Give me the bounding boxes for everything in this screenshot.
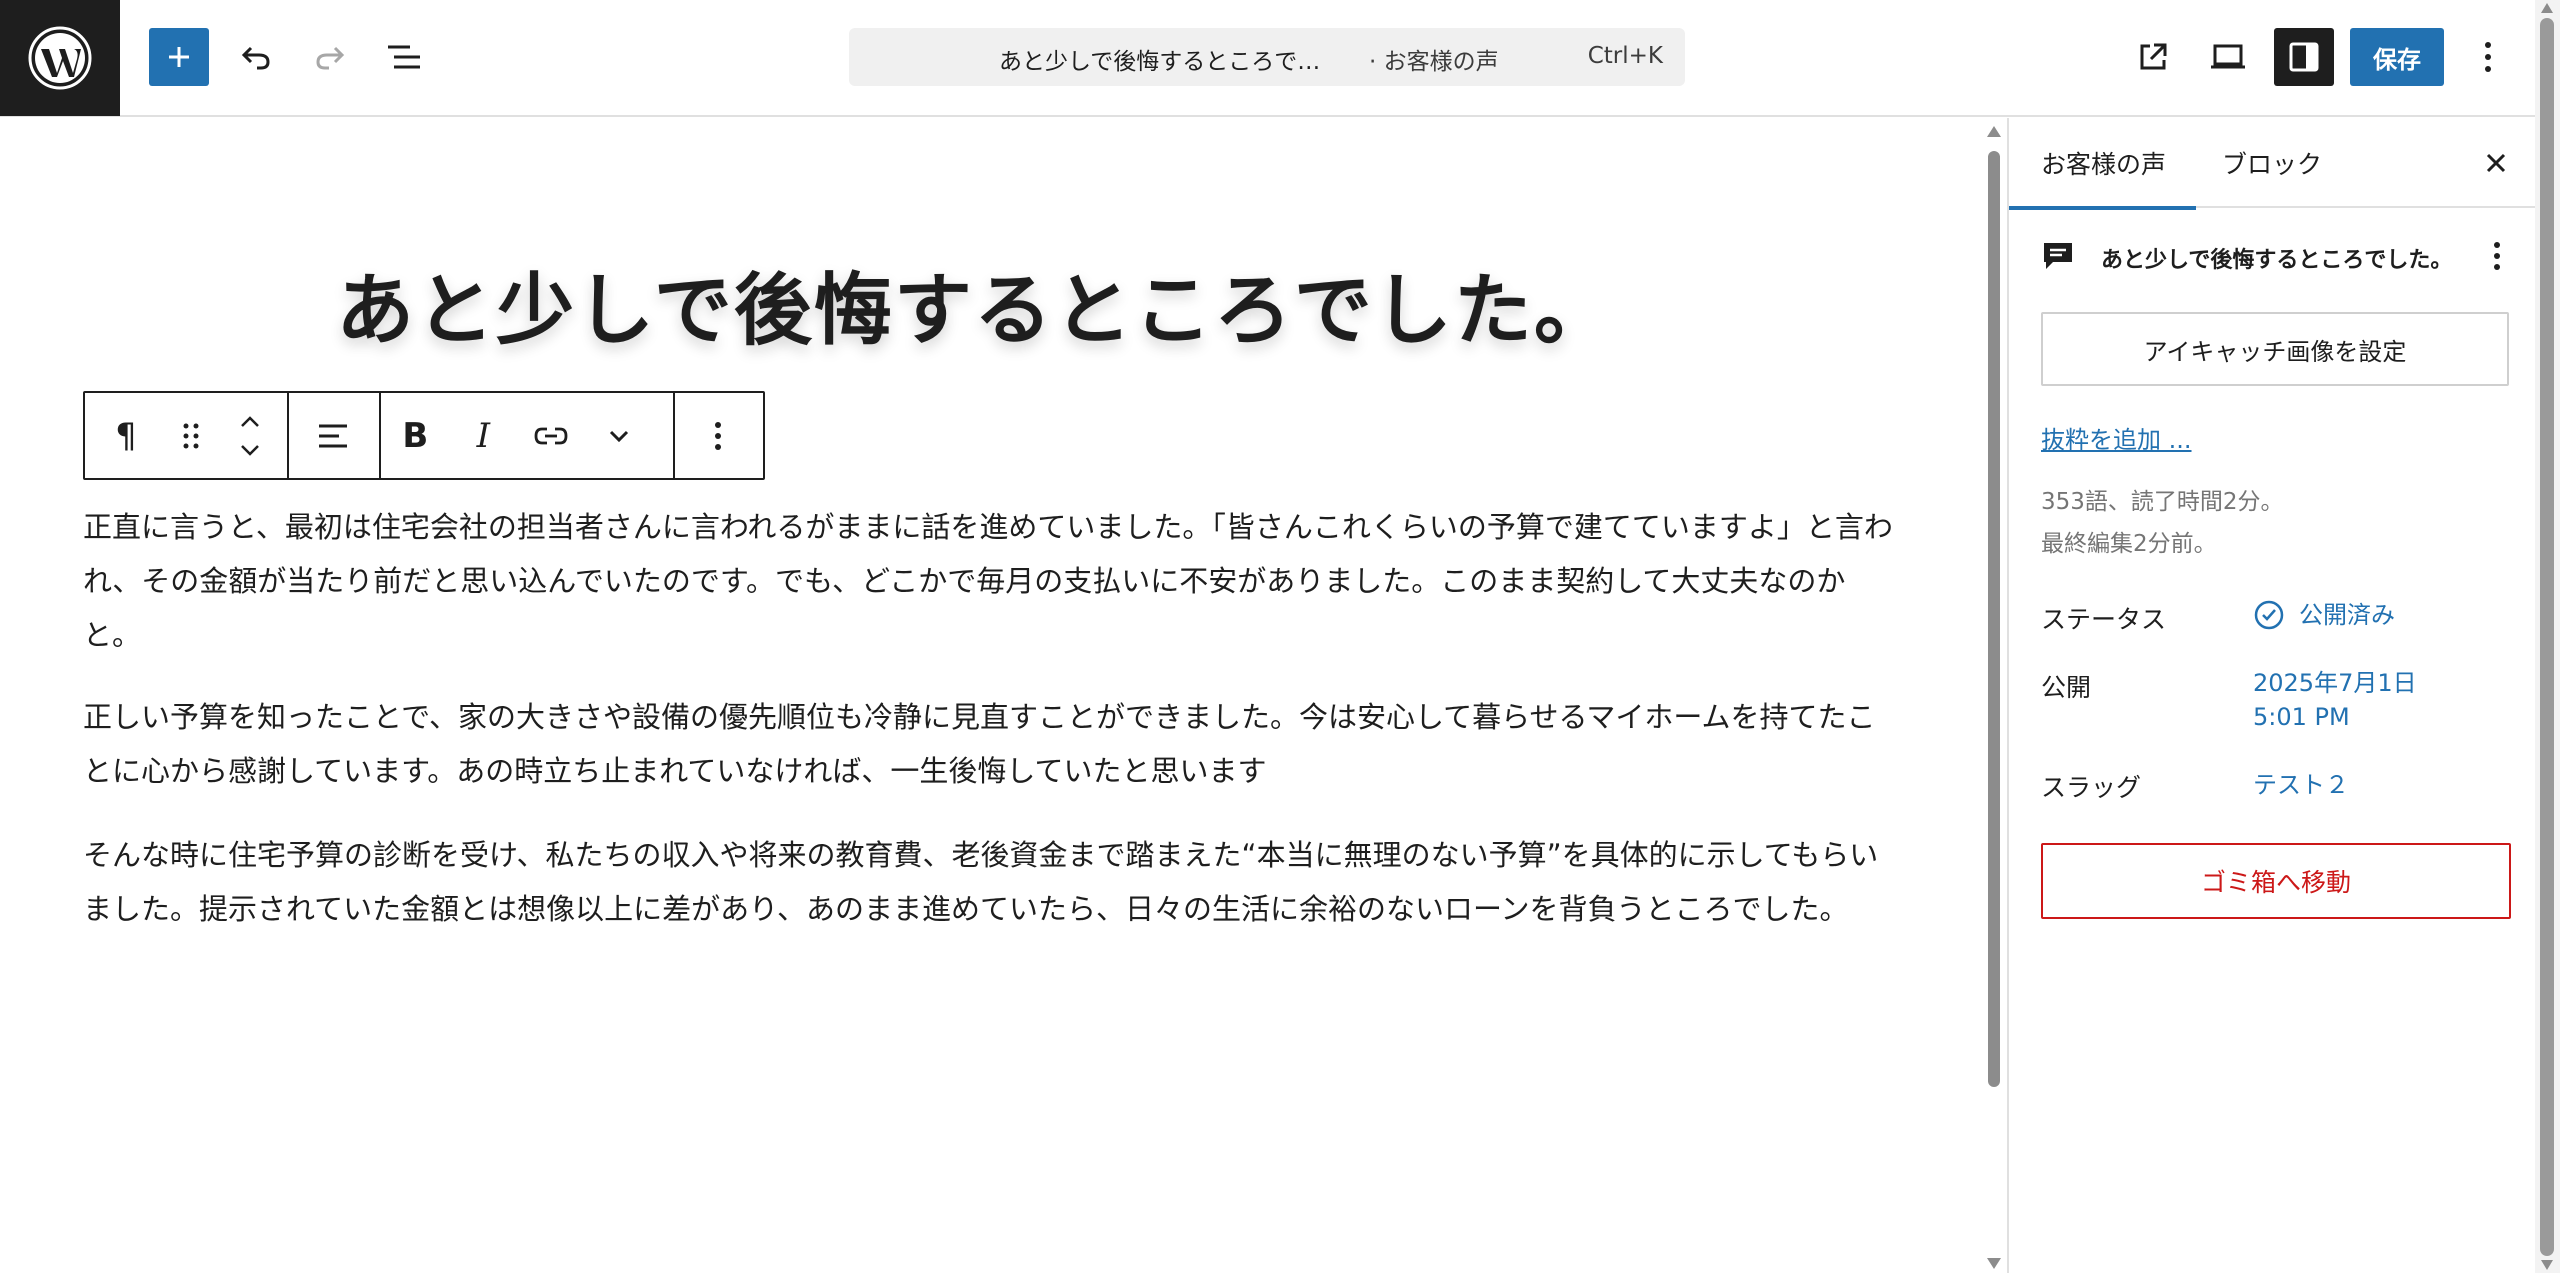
editor-scrollbar[interactable] bbox=[1984, 118, 2004, 1273]
block-toolbar-options-group bbox=[675, 393, 763, 478]
paragraph-block[interactable]: 正しい予算を知ったことで、家の大きさや設備の優先順位も冷静に見直すことができまし… bbox=[83, 690, 1903, 798]
publish-time: 5:01 PM bbox=[2253, 703, 2350, 731]
close-icon bbox=[2486, 153, 2506, 173]
italic-button[interactable]: I bbox=[449, 393, 517, 478]
last-edited: 最終編集2分前。 bbox=[2041, 531, 2217, 557]
desktop-preview-icon bbox=[2211, 44, 2245, 69]
add-block-button[interactable] bbox=[149, 28, 209, 86]
align-left-icon bbox=[319, 424, 348, 447]
paragraph-block-switcher[interactable]: ¶ bbox=[85, 393, 167, 478]
slug-label: スラッグ bbox=[2041, 773, 2142, 802]
post-summary-card: あと少しで後悔するところでした。 bbox=[2041, 230, 2511, 282]
set-featured-image-button[interactable]: アイキャッチ画像を設定 bbox=[2041, 312, 2509, 386]
command-bar-shortcut: Ctrl+K bbox=[1587, 43, 1663, 69]
editor-header: あと少しで後悔するところで… · お客様の声 Ctrl+K 保存 bbox=[0, 0, 2535, 117]
more-formats-button[interactable] bbox=[585, 393, 653, 478]
block-toolbar: ¶ B I bbox=[83, 391, 765, 480]
save-button[interactable]: 保存 bbox=[2350, 28, 2444, 86]
window-scroll-up-icon[interactable] bbox=[2541, 3, 2553, 13]
paragraph-block[interactable]: そんな時に住宅予算の診断を受け、私たちの収入や将来の教育費、老後資金まで踏まえた… bbox=[83, 828, 1903, 936]
add-excerpt-link[interactable]: 抜粋を追加 ... bbox=[2041, 420, 2192, 455]
publish-label: 公開 bbox=[2041, 673, 2092, 702]
block-toolbar-transform-group: ¶ bbox=[85, 393, 290, 478]
drag-handle[interactable] bbox=[167, 393, 215, 478]
link-button[interactable] bbox=[517, 393, 585, 478]
chevron-down-icon bbox=[610, 430, 629, 442]
settings-sidebar-toggle[interactable] bbox=[2274, 28, 2334, 86]
device-preview-button[interactable] bbox=[2199, 28, 2257, 86]
undo-button[interactable] bbox=[226, 28, 286, 86]
italic-icon: I bbox=[476, 415, 491, 456]
move-up-down-buttons[interactable] bbox=[215, 393, 285, 478]
undo-icon bbox=[241, 46, 270, 70]
sidebar-icon bbox=[2289, 42, 2319, 72]
command-bar-title: あと少しで後悔するところで… bbox=[999, 49, 1321, 75]
window-scroll-down-icon[interactable] bbox=[2541, 1260, 2553, 1270]
post-actions-button[interactable] bbox=[2475, 230, 2519, 282]
published-check-icon bbox=[2254, 600, 2284, 630]
external-link-icon bbox=[2140, 43, 2167, 70]
scroll-down-arrow-icon[interactable] bbox=[1987, 1258, 2001, 1269]
slug-value-button[interactable]: テスト２ bbox=[2253, 768, 2349, 802]
more-vertical-icon bbox=[2494, 242, 2500, 270]
window-scrollbar[interactable] bbox=[2535, 0, 2560, 1273]
drag-handle-icon bbox=[183, 423, 199, 448]
document-overview-button[interactable] bbox=[374, 28, 434, 86]
post-summary-title: あと少しで後悔するところでした。 bbox=[2101, 248, 2453, 273]
view-post-button[interactable] bbox=[2124, 28, 2182, 86]
tab-block[interactable]: ブロック bbox=[2222, 118, 2322, 208]
word-count: 353語、読了時間2分。 bbox=[2041, 489, 2284, 515]
post-title[interactable]: あと少しで後悔するところでした。 bbox=[0, 248, 1950, 360]
redo-button[interactable] bbox=[300, 28, 360, 86]
plus-icon bbox=[169, 47, 189, 67]
editor-scrollbar-thumb[interactable] bbox=[1988, 151, 2000, 1087]
publish-date-button[interactable]: 2025年7月1日 5:01 PM bbox=[2253, 666, 2417, 734]
move-up-down-icon bbox=[241, 415, 259, 456]
status-label: ステータス bbox=[2041, 605, 2167, 634]
status-value: 公開済み bbox=[2299, 601, 2395, 629]
paragraph-icon: ¶ bbox=[115, 415, 137, 456]
close-sidebar-button[interactable] bbox=[2467, 134, 2525, 192]
command-palette-bar[interactable]: あと少しで後悔するところで… · お客様の声 Ctrl+K bbox=[849, 28, 1685, 86]
block-toolbar-align-group bbox=[289, 393, 382, 478]
align-text-button[interactable] bbox=[289, 393, 379, 478]
publish-date: 2025年7月1日 bbox=[2253, 669, 2417, 697]
tab-post[interactable]: お客様の声 bbox=[2008, 118, 2197, 210]
link-icon bbox=[534, 427, 568, 444]
redo-icon bbox=[316, 46, 345, 70]
wordpress-logo-icon[interactable] bbox=[0, 0, 120, 116]
sidebar-tabs: お客様の声 ブロック bbox=[2008, 118, 2535, 210]
more-vertical-icon bbox=[715, 421, 722, 450]
settings-sidebar: お客様の声 ブロック あと少しで後悔するところでした。 アイキャッチ画像を設定 … bbox=[2007, 118, 2535, 1273]
bold-button[interactable]: B bbox=[381, 393, 449, 478]
block-options-button[interactable] bbox=[675, 393, 761, 478]
bold-icon: B bbox=[402, 415, 429, 456]
more-vertical-icon bbox=[2485, 42, 2491, 72]
move-to-trash-button[interactable]: ゴミ箱へ移動 bbox=[2041, 843, 2511, 919]
testimonial-post-type-icon bbox=[2044, 243, 2072, 269]
window-scrollbar-thumb[interactable] bbox=[2540, 18, 2554, 1256]
command-bar-post-type: · お客様の声 bbox=[1369, 49, 1499, 75]
paragraph-block[interactable]: 正直に言うと、最初は住宅会社の担当者さんに言われるがままに話を進めていました。「… bbox=[83, 500, 1903, 662]
options-menu-button[interactable] bbox=[2459, 28, 2517, 86]
editor-canvas: あと少しで後悔するところでした。 ¶ B I 正直に言うと、最初は住宅会社の担当… bbox=[0, 118, 1984, 1273]
status-value-button[interactable]: 公開済み bbox=[2253, 598, 2395, 632]
scroll-up-arrow-icon[interactable] bbox=[1987, 126, 2001, 137]
list-view-icon bbox=[388, 45, 420, 69]
block-toolbar-format-group: B I bbox=[381, 393, 676, 478]
